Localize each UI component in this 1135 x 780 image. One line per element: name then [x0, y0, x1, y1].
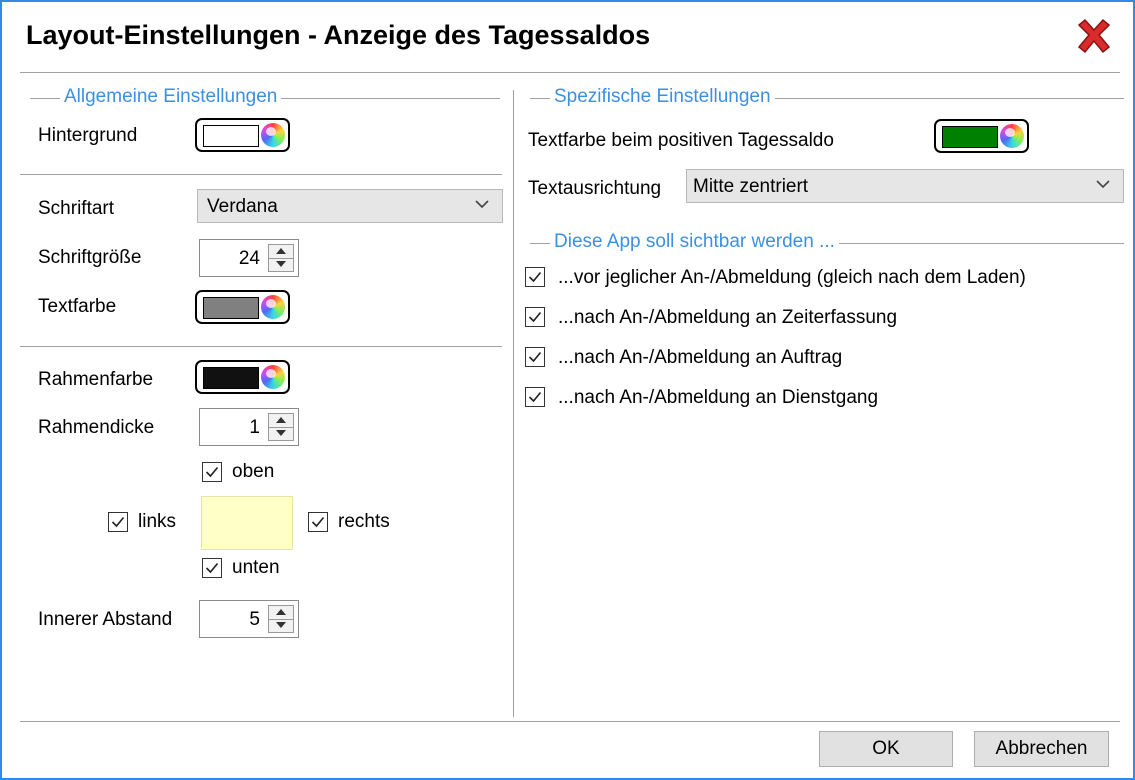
font-size-stepper[interactable]: 24 — [199, 239, 299, 277]
padding-value: 5 — [249, 609, 260, 630]
checkmark-icon — [528, 271, 542, 283]
border-right-label: rechts — [338, 511, 390, 532]
chevron-down-icon — [475, 200, 489, 209]
border-width-label: Rahmendicke — [38, 417, 155, 438]
border-left-label: links — [138, 511, 177, 532]
border-color-label: Rahmenfarbe — [38, 369, 154, 390]
left-divider-2 — [20, 346, 502, 347]
title-divider — [20, 72, 1120, 73]
visibility-option-1-label: ...vor jeglicher An-/Abmeldung (gleich n… — [558, 267, 1026, 288]
visibility-option-1-checkbox[interactable] — [525, 267, 545, 287]
spin-up-icon[interactable] — [269, 606, 293, 620]
padding-stepper[interactable]: 5 — [199, 600, 299, 638]
border-width-value: 1 — [249, 417, 260, 438]
group-label-specific: Spezifische Einstellungen — [550, 86, 775, 108]
spin-up-icon[interactable] — [269, 414, 293, 428]
spin-down-icon[interactable] — [269, 619, 293, 632]
border-left-checkbox[interactable] — [108, 512, 128, 532]
chevron-down-icon — [1096, 180, 1110, 189]
spin-down-icon[interactable] — [269, 258, 293, 271]
color-wheel-icon — [261, 365, 285, 389]
border-color-picker[interactable] — [195, 360, 290, 394]
text-color-picker[interactable] — [195, 290, 290, 324]
alignment-select-value: Mitte zentriert — [693, 176, 809, 197]
font-select-value: Verdana — [207, 196, 278, 217]
spin-up-icon[interactable] — [269, 245, 293, 259]
color-wheel-icon — [1000, 124, 1024, 148]
background-label: Hintergrund — [38, 125, 138, 146]
positive-color-label: Textfarbe beim positiven Tagessaldo — [528, 130, 834, 151]
checkmark-icon — [528, 351, 542, 363]
color-wheel-icon — [261, 295, 285, 319]
padding-spinner — [268, 605, 294, 633]
font-select[interactable]: Verdana — [197, 189, 503, 223]
visibility-option-4-label: ...nach An-/Abmeldung an Dienstgang — [558, 387, 879, 408]
border-width-stepper[interactable]: 1 — [199, 408, 299, 446]
ok-button[interactable]: OK — [819, 731, 953, 767]
checkmark-icon — [111, 516, 125, 528]
background-color-picker[interactable] — [195, 118, 290, 152]
visibility-option-2-label: ...nach An-/Abmeldung an Zeiterfassung — [558, 307, 898, 328]
visibility-option-3-checkbox[interactable] — [525, 347, 545, 367]
checkmark-icon — [528, 311, 542, 323]
alignment-select[interactable]: Mitte zentriert — [686, 169, 1124, 203]
text-color-label: Textfarbe — [38, 296, 117, 317]
border-top-checkbox[interactable] — [202, 462, 222, 482]
border-bottom-label: unten — [232, 557, 280, 578]
font-size-spinner — [268, 244, 294, 272]
font-size-value: 24 — [238, 248, 260, 269]
spin-down-icon[interactable] — [269, 427, 293, 440]
close-icon[interactable] — [1072, 15, 1116, 59]
alignment-label: Textausrichtung — [528, 178, 662, 199]
background-color-swatch — [203, 125, 259, 147]
cancel-button[interactable]: Abbrechen — [974, 731, 1109, 767]
dialog-title: Layout-Einstellungen - Anzeige des Tages… — [26, 20, 651, 50]
border-color-swatch — [203, 367, 259, 389]
footer-divider — [20, 721, 1120, 722]
color-wheel-icon — [261, 123, 285, 147]
border-right-checkbox[interactable] — [308, 512, 328, 532]
border-top-label: oben — [232, 461, 275, 482]
group-label-visibility: Diese App soll sichtbar werden ... — [550, 231, 839, 253]
checkmark-icon — [311, 516, 325, 528]
dialog-window: Layout-Einstellungen - Anzeige des Tages… — [0, 0, 1135, 780]
group-label-general: Allgemeine Einstellungen — [60, 86, 282, 108]
positive-color-swatch — [942, 126, 998, 148]
checkmark-icon — [205, 466, 219, 478]
visibility-option-2-checkbox[interactable] — [525, 307, 545, 327]
border-bottom-checkbox[interactable] — [202, 558, 222, 578]
visibility-option-4-checkbox[interactable] — [525, 387, 545, 407]
font-label: Schriftart — [38, 198, 115, 219]
visibility-option-3-label: ...nach An-/Abmeldung an Auftrag — [558, 347, 843, 368]
padding-label: Innerer Abstand — [38, 609, 173, 630]
checkmark-icon — [528, 391, 542, 403]
column-divider — [513, 90, 514, 717]
font-size-label: Schriftgröße — [38, 247, 142, 268]
checkmark-icon — [205, 562, 219, 574]
positive-color-picker[interactable] — [934, 119, 1029, 153]
left-divider-1 — [20, 174, 502, 175]
text-color-swatch — [203, 297, 259, 319]
border-preview-box — [201, 496, 293, 550]
border-width-spinner — [268, 413, 294, 441]
